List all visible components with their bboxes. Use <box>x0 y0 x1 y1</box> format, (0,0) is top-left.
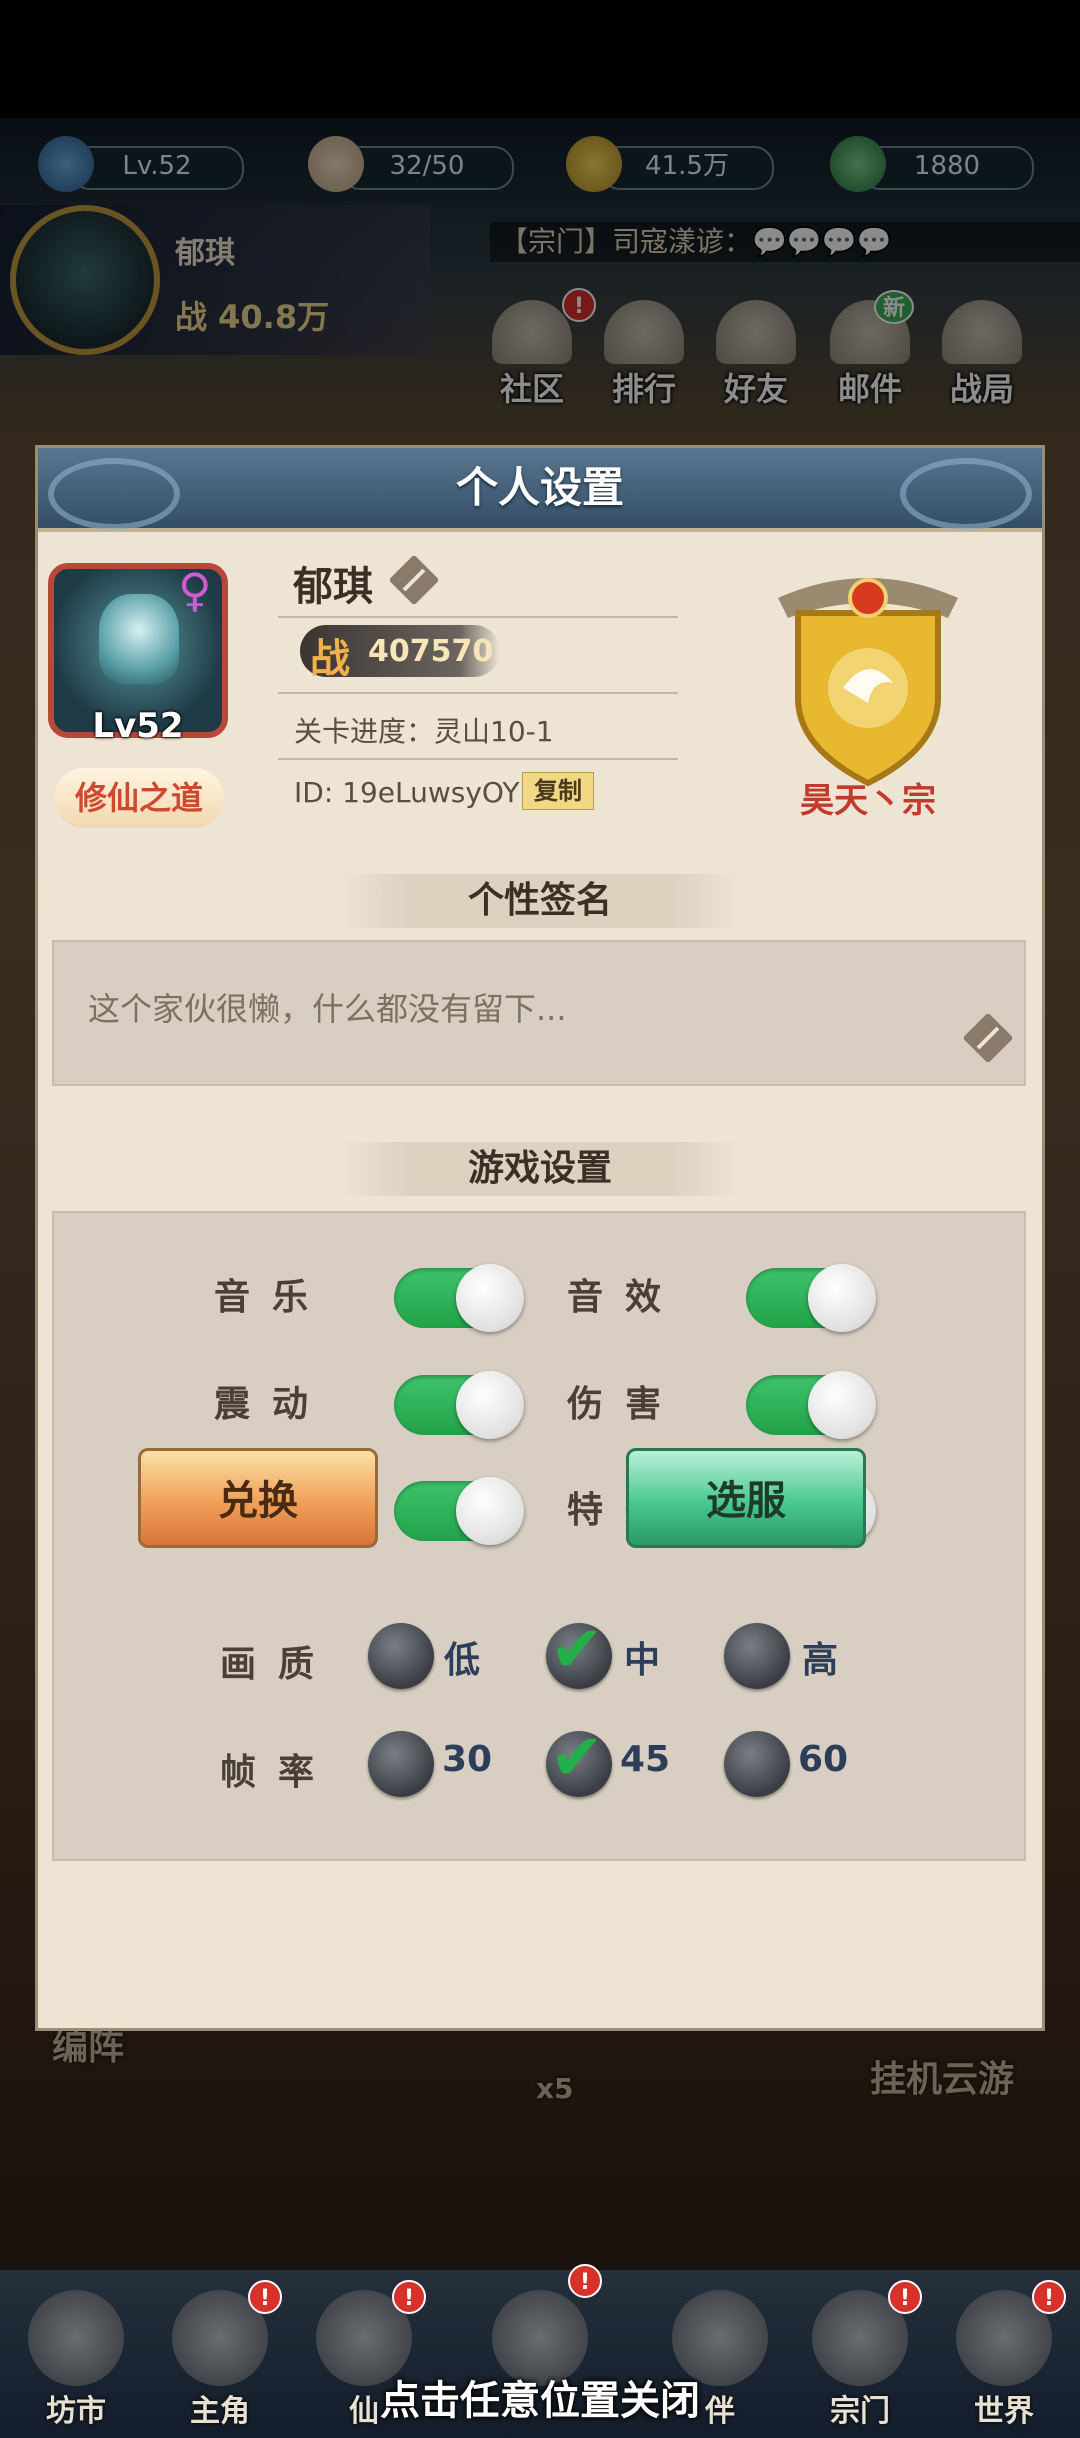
checkmark-icon: ✔ <box>550 1613 604 1687</box>
cultivation-path-badge[interactable]: 修仙之道 <box>54 768 224 828</box>
signature-section-title: 个性签名 <box>338 874 742 928</box>
vibration-label: 震动 <box>214 1384 331 1425</box>
checkmark-icon: ✔ <box>550 1721 604 1795</box>
music-toggle[interactable] <box>394 1264 524 1332</box>
world-alert-badge: ! <box>1032 2280 1066 2314</box>
framerate-45-label: 45 <box>620 1739 671 1780</box>
signature-text: 这个家伙很懒，什么都没有留下... <box>88 990 567 1028</box>
toggle-knob <box>456 1477 524 1545</box>
female-gender-icon: ♀ <box>178 563 212 617</box>
toggle-knob <box>808 1371 876 1439</box>
personal-settings-dialog: 个人设置 ♀ Lv52 修仙之道 郁琪 战 407570 关卡进度：灵山10-1… <box>38 448 1042 2028</box>
damage-toggle[interactable] <box>746 1371 876 1439</box>
select-server-button[interactable]: 选服 <box>626 1448 866 1548</box>
signature-box[interactable]: 这个家伙很懒，什么都没有留下... <box>52 940 1026 1086</box>
power-value: 407570 <box>368 634 494 669</box>
quality-medium-label: 中 <box>624 1640 661 1681</box>
dialog-title: 个人设置 <box>455 463 624 512</box>
framerate-label: 帧率 <box>220 1752 337 1793</box>
guild-name: 昊天丶宗 <box>800 781 936 821</box>
quality-high-radio[interactable] <box>724 1623 790 1689</box>
quality-high-label: 高 <box>802 1640 839 1681</box>
dragon-avatar-icon <box>99 594 179 684</box>
music-label: 音乐 <box>214 1277 331 1318</box>
copy-id-button[interactable]: 复制 <box>522 772 594 810</box>
framerate-30-label: 30 <box>442 1739 493 1780</box>
quality-medium-radio[interactable]: ✔ <box>546 1615 612 1689</box>
quality-low-radio[interactable] <box>368 1623 434 1689</box>
power-char: 战 <box>310 636 350 682</box>
quality-low-label: 低 <box>444 1640 481 1681</box>
sound-effects-label: 音效 <box>567 1277 684 1318</box>
framerate-30-radio[interactable] <box>368 1731 434 1797</box>
profile-level: Lv52 <box>92 706 184 746</box>
sect-alert-badge: ! <box>888 2280 922 2314</box>
sound-effects-toggle[interactable] <box>746 1264 876 1332</box>
close-hint: 点击任意位置关闭 <box>380 2378 700 2424</box>
quality-label: 画质 <box>220 1644 337 1685</box>
guild-emblem-icon[interactable] <box>758 558 978 788</box>
player-id: ID: 19eLuwsyOY <box>294 776 520 809</box>
framerate-60-label: 60 <box>798 1739 849 1780</box>
game-screen[interactable]: Lv.52 32/50 41.5万 1880 郁琪 战 40.8万 【宗门】司寇… <box>0 0 1080 2438</box>
hero-alert-badge: ! <box>248 2280 282 2314</box>
center-alert-badge: ! <box>568 2264 602 2298</box>
game-settings-section-title: 游戏设置 <box>338 1142 742 1196</box>
toggle-knob <box>456 1264 524 1332</box>
profile-name: 郁琪 <box>293 564 373 610</box>
framerate-60-radio[interactable] <box>724 1731 790 1797</box>
divider <box>278 616 678 618</box>
divider <box>278 758 678 760</box>
vibration-toggle[interactable] <box>394 1371 524 1439</box>
stage-progress: 关卡进度：灵山10-1 <box>294 715 554 748</box>
framerate-45-radio[interactable]: ✔ <box>546 1723 612 1797</box>
exchange-button[interactable]: 兑换 <box>138 1448 378 1548</box>
dialog-header: 个人设置 <box>38 448 1042 532</box>
divider <box>278 692 678 694</box>
immortal-alert-badge: ! <box>392 2280 426 2314</box>
joystick-toggle[interactable] <box>394 1477 524 1545</box>
edit-signature-icon[interactable] <box>964 1014 1012 1062</box>
toggle-knob <box>456 1371 524 1439</box>
toggle-knob <box>808 1264 876 1332</box>
damage-label: 伤害 <box>567 1384 684 1425</box>
edit-name-icon[interactable] <box>390 556 438 604</box>
